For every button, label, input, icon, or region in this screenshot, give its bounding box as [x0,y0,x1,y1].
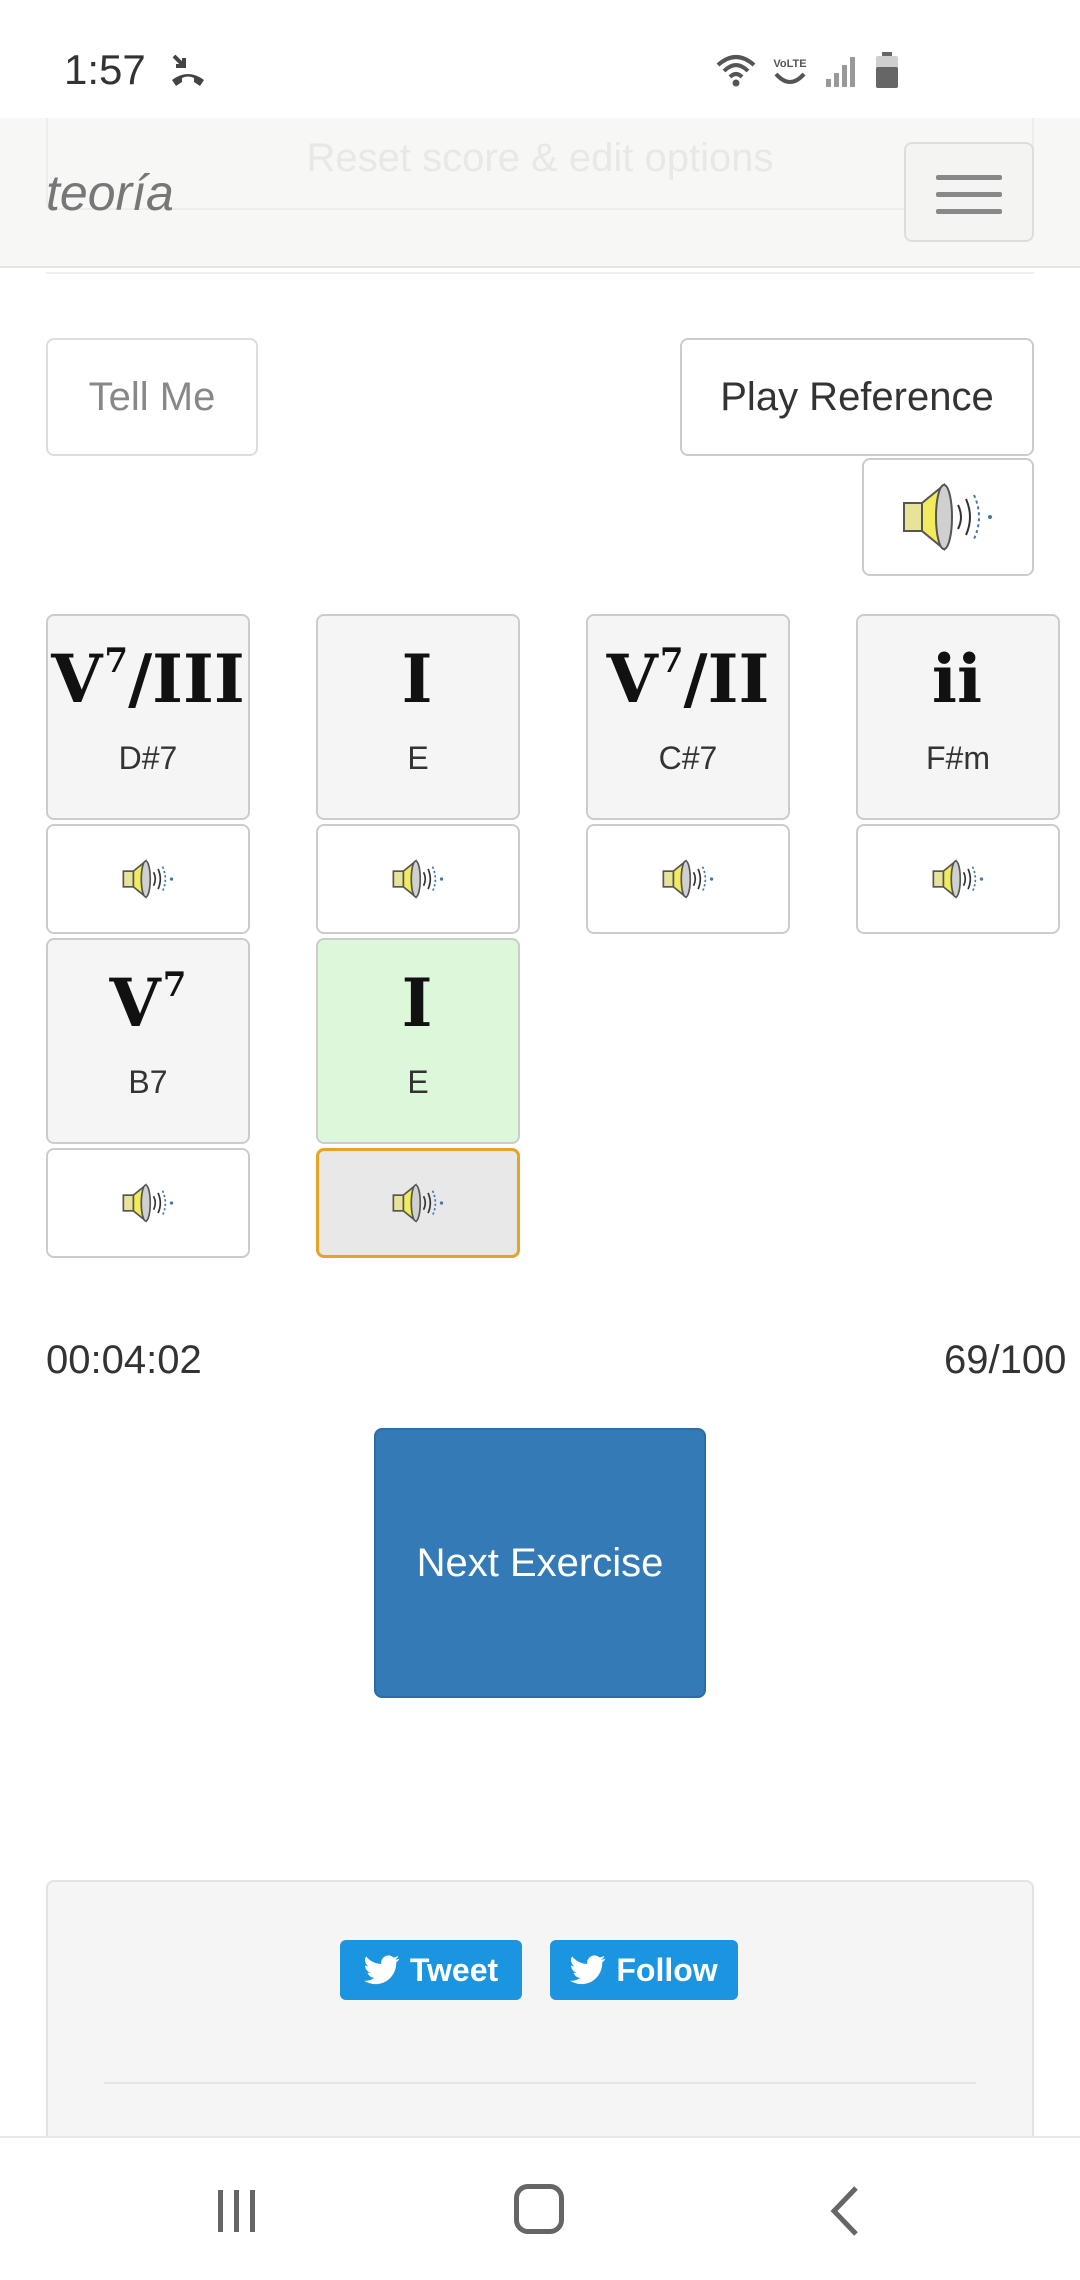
brand-logo[interactable]: teoría [46,164,174,222]
roman-numeral-main: V [606,640,658,718]
chord-name: B7 [128,1064,168,1100]
roman-numeral: V7/III [48,644,248,712]
follow-label: Follow [616,1951,718,1988]
roman-numeral-superscript: 7 [162,965,187,1005]
chord-answer-button[interactable]: V7/II C#7 [586,614,790,820]
speaker-icon [932,859,984,899]
roman-numeral-superscript: 7 [104,641,129,681]
twitter-bird-icon [570,1955,606,1985]
chord-name: E [407,740,429,776]
chord-name: D#7 [118,740,178,776]
speaker-icon [662,859,714,899]
speaker-icon [122,1183,174,1223]
volte-label: VoLTE [773,58,806,70]
chord-answer-button[interactable]: V7/III D#7 [46,614,250,820]
tweet-button[interactable]: Tweet [340,1940,522,2000]
play-reference-speaker-button[interactable] [862,458,1034,576]
signal-icon [826,57,855,87]
roman-numeral: V7 [48,968,248,1036]
hamburger-icon [936,209,1002,214]
footer-divider [104,2082,976,2084]
back-icon[interactable] [826,2184,862,2238]
status-time: 1:57 [64,46,146,93]
tweet-label: Tweet [409,1951,499,1988]
wifi-icon [716,55,756,87]
status-bar: 1:57 VoLTE [0,0,1080,118]
speaker-icon [903,482,992,552]
roman-numeral-main: I [401,964,433,1042]
play-chord-button[interactable] [46,1148,250,1258]
roman-numeral-main: ii [931,640,983,718]
recent-apps-icon[interactable] [214,2188,260,2234]
system-nav-bar [0,2136,1080,2280]
roman-numeral-main: I [401,640,433,718]
play-reference-button[interactable]: Play Reference [680,338,1034,456]
chord-answer-button[interactable]: IE [316,938,520,1144]
roman-numeral: ii [858,644,1058,712]
chord-name: F#m [926,740,990,776]
roman-numeral: V7/II [588,644,788,712]
play-chord-button[interactable] [316,1148,520,1258]
chord-answer-button[interactable]: ii F#m [856,614,1060,820]
roman-numeral-main: V [51,640,103,718]
elapsed-timer: 00:04:02 [46,1338,202,1382]
follow-button[interactable]: Follow [550,1940,738,2000]
speaker-icon [392,1183,444,1223]
chord-name: E [407,1064,429,1100]
roman-numeral-secondary: /III [128,640,245,718]
roman-numeral-main: V [109,964,161,1042]
volte-icon: VoLTE [773,58,807,84]
battery-icon [876,52,898,88]
chord-answer-button[interactable]: IE [316,614,520,820]
play-chord-button[interactable] [856,824,1060,934]
next-exercise-button[interactable]: Next Exercise [374,1428,706,1698]
speaker-icon [122,859,174,899]
score: 69/100 [944,1338,1067,1382]
twitter-bird-icon [363,1955,400,1985]
play-chord-button[interactable] [316,824,520,934]
home-icon[interactable] [514,2184,564,2234]
tell-me-button[interactable]: Tell Me [46,338,258,456]
play-chord-button[interactable] [46,824,250,934]
speaker-icon [392,859,444,899]
missed-call-icon [172,54,204,86]
chord-name: C#7 [658,740,718,776]
menu-toggle-button[interactable] [904,142,1034,242]
top-navbar: Reset score & edit options teoría [0,118,1080,268]
chord-answer-button[interactable]: V7 B7 [46,938,250,1144]
roman-numeral-secondary: /II [683,640,770,718]
hamburger-icon [936,192,1002,197]
hamburger-icon [936,175,1002,180]
roman-numeral: I [318,968,518,1036]
roman-numeral: I [318,644,518,712]
play-chord-button[interactable] [586,824,790,934]
roman-numeral-superscript: 7 [659,641,684,681]
divider [46,272,1034,274]
